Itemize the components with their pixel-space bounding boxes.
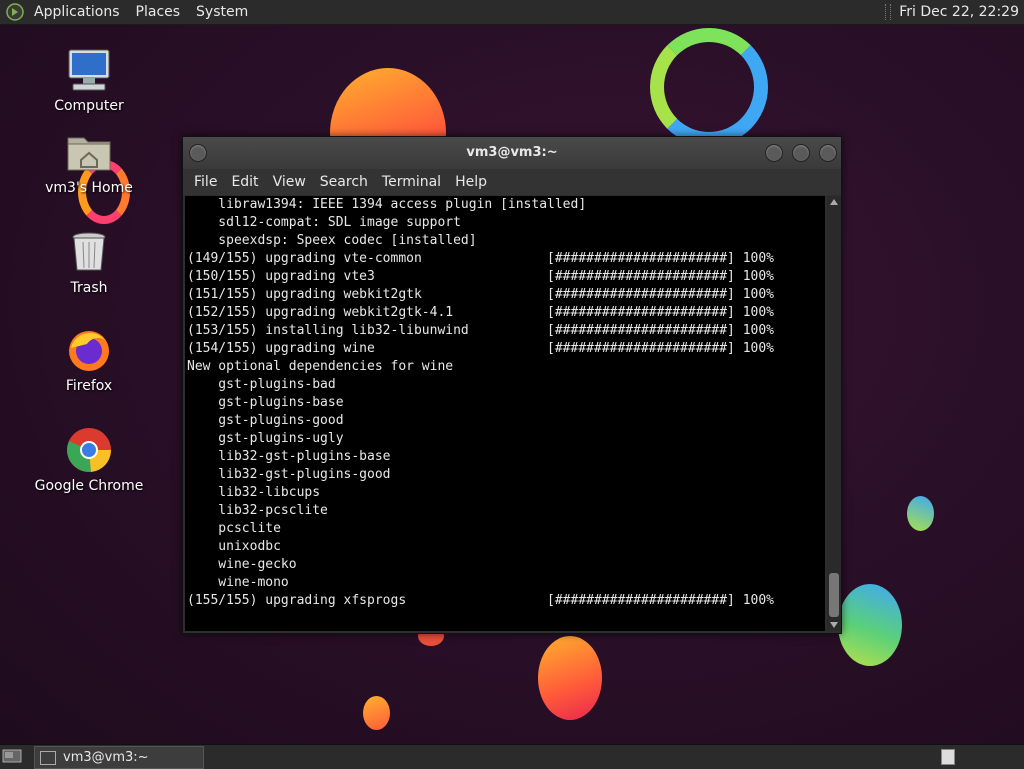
terminal-line: speexdsp: Speex codec [installed]	[187, 233, 477, 248]
clock[interactable]: Fri Dec 22, 22:29	[899, 4, 1019, 20]
desktop-icon-label: Firefox	[65, 378, 113, 394]
wallpaper-blob	[363, 696, 390, 730]
terminal-line: lib32-libcups	[187, 485, 321, 500]
terminal-line: (155/155) upgrading xfsprogs [##########…	[187, 593, 774, 608]
menu-places[interactable]: Places	[128, 0, 189, 24]
top-panel: Applications Places System Fri Dec 22, 2…	[0, 0, 1024, 25]
window-title: vm3@vm3:~	[466, 145, 558, 160]
menu-search[interactable]: Search	[313, 174, 375, 190]
close-button[interactable]	[819, 144, 837, 162]
terminal-window[interactable]: vm3@vm3:~ File Edit View Search Terminal…	[182, 136, 842, 634]
terminal-line: (149/155) upgrading vte-common [########…	[187, 251, 774, 266]
wallpaper-blob	[838, 584, 902, 666]
terminal-line: libraw1394: IEEE 1394 access plugin [ins…	[187, 197, 587, 212]
terminal-line: gst-plugins-ugly	[187, 431, 344, 446]
maximize-button[interactable]	[792, 144, 810, 162]
terminal-output[interactable]: libraw1394: IEEE 1394 access plugin [ins…	[185, 196, 825, 631]
panel-handle[interactable]	[885, 4, 892, 20]
wallpaper-ring	[650, 28, 768, 146]
distro-logo-icon[interactable]	[6, 3, 24, 21]
desktop-icon-chrome[interactable]: Google Chrome	[34, 426, 144, 494]
desktop-icon-label: Trash	[70, 280, 108, 296]
bottom-panel: vm3@vm3:~	[0, 744, 1024, 769]
terminal-line: (150/155) upgrading vte3 [##############…	[187, 269, 774, 284]
terminal-line: lib32-pcsclite	[187, 503, 328, 518]
menu-help[interactable]: Help	[448, 174, 494, 190]
scroll-down-icon[interactable]	[830, 622, 838, 628]
desktop-icon-label: Google Chrome	[34, 478, 144, 494]
terminal-line: gst-plugins-good	[187, 413, 344, 428]
trash-icon	[72, 232, 106, 271]
terminal-titlebar[interactable]: vm3@vm3:~	[183, 137, 841, 169]
wallpaper-blob	[907, 496, 934, 531]
desktop-icon-label: Computer	[54, 98, 124, 114]
computer-icon	[68, 49, 110, 91]
terminal-line: lib32-gst-plugins-base	[187, 449, 391, 464]
chrome-icon	[67, 428, 112, 472]
minimize-button[interactable]	[765, 144, 783, 162]
firefox-icon	[69, 331, 109, 371]
terminal-line: wine-gecko	[187, 557, 297, 572]
terminal-line: gst-plugins-bad	[187, 377, 336, 392]
terminal-line: (151/155) upgrading webkit2gtk [########…	[187, 287, 774, 302]
terminal-line: New optional dependencies for wine	[187, 359, 454, 374]
taskbar-item-terminal[interactable]: vm3@vm3:~	[34, 746, 204, 769]
terminal-line: (154/155) upgrading wine [##############…	[187, 341, 774, 356]
home-folder-icon	[67, 137, 111, 171]
show-desktop-icon[interactable]	[2, 748, 22, 764]
terminal-line: sdl12-compat: SDL image support	[187, 215, 461, 230]
desktop-icon-computer[interactable]: Computer	[34, 46, 144, 114]
terminal-icon	[40, 750, 56, 765]
menu-file[interactable]: File	[187, 174, 224, 190]
terminal-line: unixodbc	[187, 539, 281, 554]
menu-applications[interactable]: Applications	[26, 0, 128, 24]
desktop-icon-home[interactable]: vm3's Home	[34, 128, 144, 196]
terminal-line: (152/155) upgrading webkit2gtk-4.1 [####…	[187, 305, 774, 320]
desktop-icon-trash[interactable]: Trash	[34, 228, 144, 296]
desktop-icon-firefox[interactable]: Firefox	[34, 326, 144, 394]
terminal-menubar: File Edit View Search Terminal Help	[183, 169, 841, 195]
desktop-icon-label: vm3's Home	[45, 180, 133, 196]
menu-system[interactable]: System	[188, 0, 256, 24]
menu-edit[interactable]: Edit	[224, 174, 265, 190]
workspace-switcher[interactable]	[941, 749, 955, 765]
scroll-up-icon[interactable]	[830, 199, 838, 205]
terminal-line: (153/155) installing lib32-libunwind [##…	[187, 323, 774, 338]
terminal-scrollbar[interactable]	[827, 196, 841, 631]
terminal-line: lib32-gst-plugins-good	[187, 467, 391, 482]
terminal-line: wine-mono	[187, 575, 289, 590]
menu-view[interactable]: View	[266, 174, 313, 190]
scroll-thumb[interactable]	[829, 573, 839, 617]
wallpaper-blob	[538, 636, 602, 720]
menu-terminal[interactable]: Terminal	[375, 174, 448, 190]
terminal-line: gst-plugins-base	[187, 395, 344, 410]
terminal-line: pcsclite	[187, 521, 281, 536]
taskbar-item-label: vm3@vm3:~	[63, 750, 149, 765]
